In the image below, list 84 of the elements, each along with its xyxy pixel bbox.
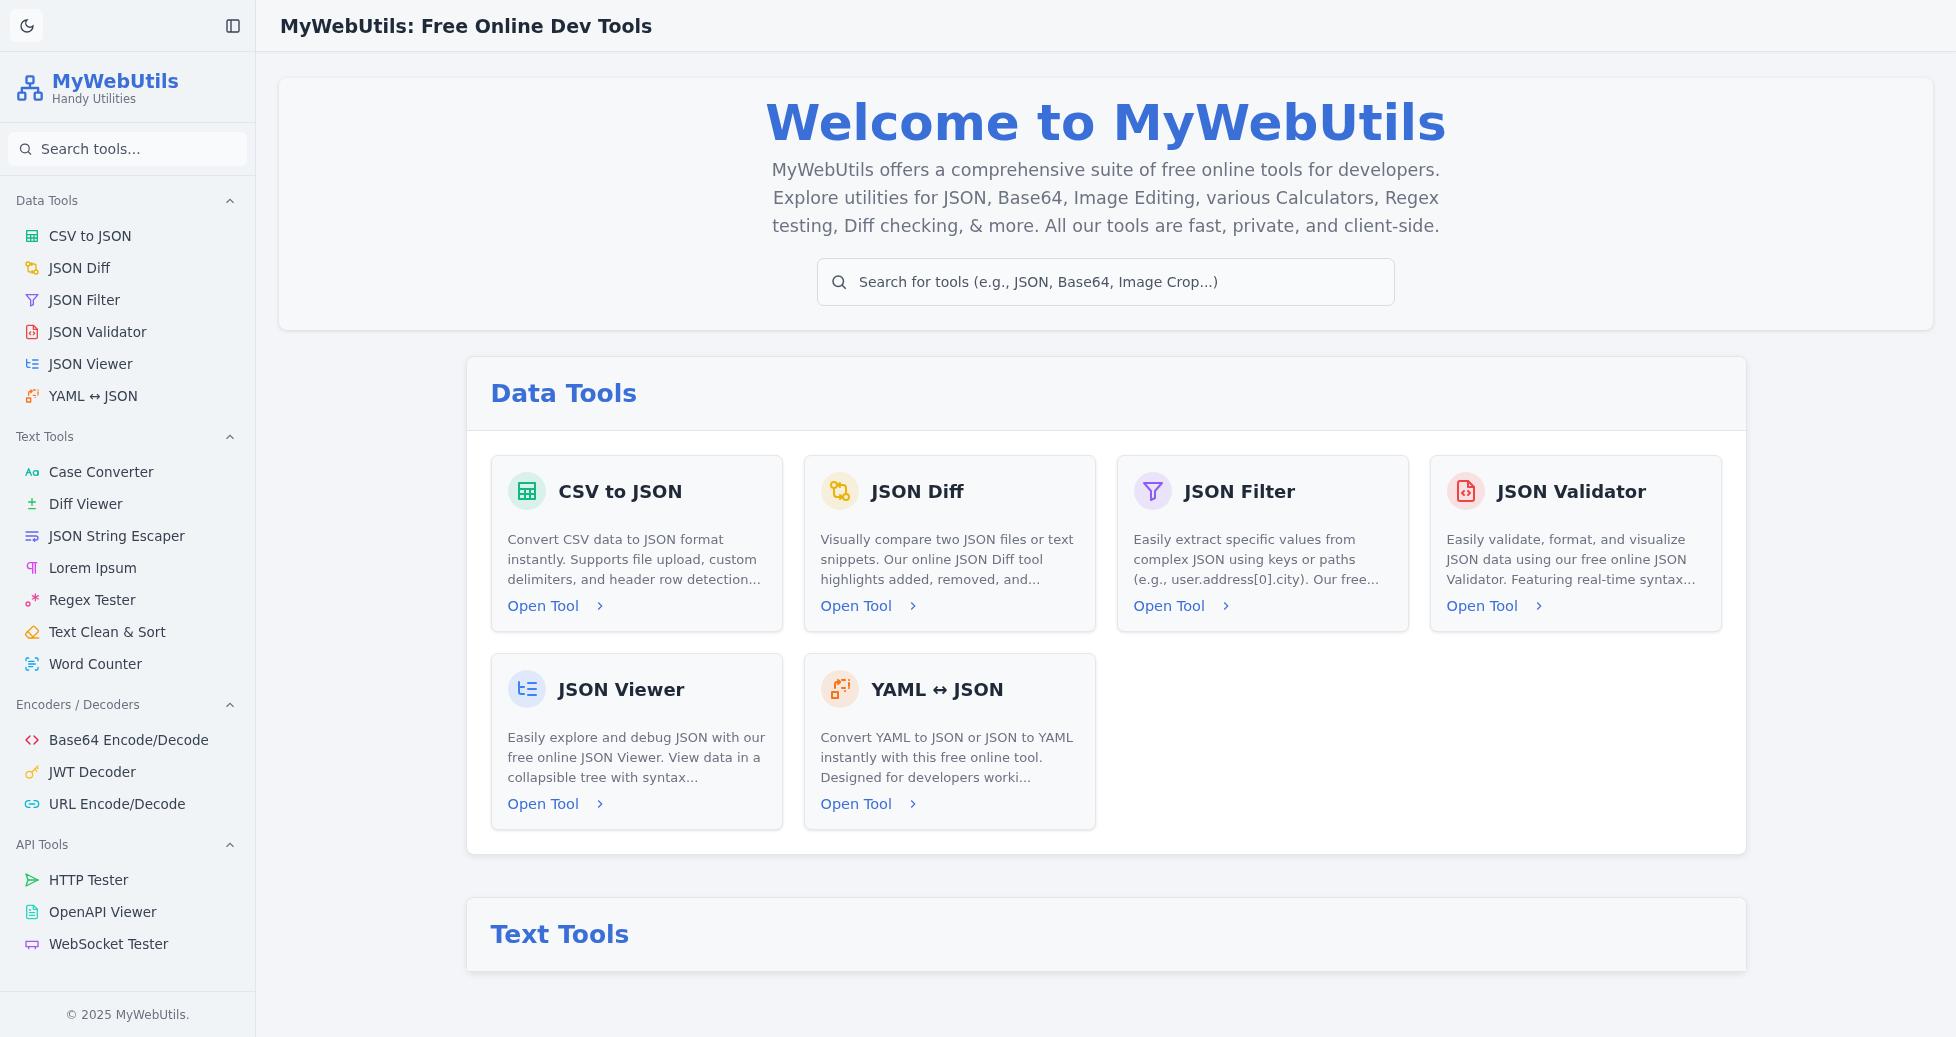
search-field[interactable]: Search tools... bbox=[8, 132, 247, 166]
tool-card[interactable]: JSON Validator Easily validate, format, and visualize JSON data using our free online JSON Validator. Featuring real-time syntax... Open Tool bbox=[1429, 455, 1722, 632]
section-header[interactable]: API Tools bbox=[0, 832, 255, 858]
card-title: JSON Validator bbox=[1497, 480, 1647, 502]
sidebar-item[interactable]: JSON Validator bbox=[0, 316, 255, 348]
table-icon bbox=[24, 228, 40, 244]
open-tool-link[interactable]: Open Tool bbox=[1133, 598, 1233, 614]
tool-card[interactable]: CSV to JSON Convert CSV data to JSON format instantly. Supports file upload, custom delimiters, and header row detection... Open Tool bbox=[490, 455, 783, 632]
section-header[interactable]: Encoders / Decoders bbox=[0, 692, 255, 718]
sidebar-item[interactable]: URL Encode/Decode bbox=[0, 788, 255, 820]
code-file-icon bbox=[1446, 472, 1485, 510]
hero-title: Welcome to MyWebUtils bbox=[765, 94, 1447, 152]
sidebar-item[interactable]: JSON Diff bbox=[0, 252, 255, 284]
card-title: YAML ↔ JSON bbox=[871, 678, 1004, 700]
tool-card[interactable]: YAML ↔ JSON Convert YAML to JSON or JSON to YAML instantly with this free online tool. Designed for developers worki... Open Tool bbox=[803, 653, 1096, 830]
sidebar-item[interactable]: JSON Filter bbox=[0, 284, 255, 316]
tool-card[interactable]: JSON Viewer Easily explore and debug JSON with our free online JSON Viewer. View data in a collapsible tree with syntax... Open Tool bbox=[490, 653, 783, 830]
funnel-icon bbox=[1133, 472, 1172, 510]
sidebar-item[interactable]: Base64 Encode/Decode bbox=[0, 724, 255, 756]
sidebar-item[interactable]: JWT Decoder bbox=[0, 756, 255, 788]
card-description: Easily validate, format, and visualize JSON data using our free online JSON Validator. Featuring real-time syntax... bbox=[1446, 531, 1697, 589]
copyright-text: © 2025 MyWebUtils. bbox=[65, 1007, 190, 1022]
convert-icon bbox=[24, 388, 40, 404]
sidebar-toggle-button[interactable] bbox=[225, 17, 241, 34]
moon-icon bbox=[18, 17, 35, 34]
open-tool-link[interactable]: Open Tool bbox=[820, 598, 920, 614]
list-icon bbox=[507, 670, 546, 708]
git-compare-icon bbox=[820, 472, 859, 510]
hero-text: MyWebUtils offers a comprehensive suite of free online tools for developers. Explore utilities for JSON, Base64, Image Editing, various Calculators, Regex testing, Diff checking, & more. All our tools are fast, private, and client-side. bbox=[770, 159, 1442, 238]
category-title: Text Tools bbox=[490, 920, 631, 949]
search-icon bbox=[830, 273, 848, 291]
funnel-icon bbox=[24, 292, 40, 308]
eraser-icon bbox=[24, 624, 40, 640]
sidebar-item[interactable]: OpenAPI Viewer bbox=[0, 896, 255, 928]
sidebar-item[interactable]: Word Counter bbox=[0, 648, 255, 680]
pilcrow-icon bbox=[24, 560, 40, 576]
sidebar-item[interactable]: CSV to JSON bbox=[0, 220, 255, 252]
sidebar-item[interactable]: Text Clean & Sort bbox=[0, 616, 255, 648]
page-title: MyWebUtils: Free Online Dev Tools bbox=[280, 14, 653, 37]
document-icon bbox=[24, 904, 40, 920]
open-tool-link[interactable]: Open Tool bbox=[820, 796, 920, 812]
theme-toggle-button[interactable] bbox=[10, 9, 43, 42]
sidebar-item[interactable]: Lorem Ipsum bbox=[0, 552, 255, 584]
sidebar-item[interactable]: YAML ↔ JSON bbox=[0, 380, 255, 412]
scan-text-icon bbox=[24, 656, 40, 672]
list-icon bbox=[24, 356, 40, 372]
brand-name[interactable]: MyWebUtils bbox=[52, 70, 179, 92]
sidebar-item[interactable]: Diff Viewer bbox=[0, 488, 255, 520]
sitemap-icon bbox=[16, 74, 44, 102]
sidebar-item[interactable]: Regex Tester bbox=[0, 584, 255, 616]
panel-icon bbox=[225, 17, 241, 34]
card-description: Easily extract specific values from complex JSON using keys or paths (e.g., user.address[0].city). Our free... bbox=[1133, 531, 1381, 589]
code-file-icon bbox=[24, 324, 40, 340]
card-title: JSON Viewer bbox=[558, 678, 685, 700]
section-header[interactable]: Data Tools bbox=[0, 188, 255, 214]
search-icon bbox=[18, 141, 33, 157]
key-icon bbox=[24, 764, 40, 780]
text-wrap-icon bbox=[24, 528, 40, 544]
sidebar-item[interactable]: Case Converter bbox=[0, 456, 255, 488]
regex-icon bbox=[24, 592, 40, 608]
convert-icon bbox=[820, 670, 859, 708]
sidebar-item[interactable]: WebSocket Tester bbox=[0, 928, 255, 960]
card-description: Convert CSV data to JSON format instantly. Supports file upload, custom delimiters, and header row detection... bbox=[507, 531, 762, 589]
table-icon bbox=[507, 472, 546, 510]
search-field[interactable]: Search for tools (e.g., JSON, Base64, Image Crop...) bbox=[817, 258, 1395, 306]
open-tool-link[interactable]: Open Tool bbox=[507, 598, 607, 614]
git-compare-icon bbox=[24, 260, 40, 276]
card-description: Visually compare two JSON files or text snippets. Our online JSON Diff tool highlights added, removed, and... bbox=[820, 531, 1075, 589]
card-title: CSV to JSON bbox=[558, 480, 683, 502]
sidebar-item[interactable]: JSON Viewer bbox=[0, 348, 255, 380]
card-title: JSON Diff bbox=[871, 480, 964, 502]
sidebar-item[interactable]: HTTP Tester bbox=[0, 864, 255, 896]
tool-card[interactable]: JSON Diff Visually compare two JSON files or text snippets. Our online JSON Diff tool highlights added, removed, and... Open Tool bbox=[803, 455, 1096, 632]
open-tool-link[interactable]: Open Tool bbox=[1446, 598, 1546, 614]
open-tool-link[interactable]: Open Tool bbox=[507, 796, 607, 812]
card-description: Convert YAML to JSON or JSON to YAML instantly with this free online tool. Designed for developers worki... bbox=[820, 729, 1074, 787]
sidebar-item[interactable]: JSON String Escaper bbox=[0, 520, 255, 552]
card-description: Easily explore and debug JSON with our free online JSON Viewer. View data in a collapsible tree with syntax... bbox=[507, 729, 766, 787]
brand-tagline: Handy Utilities bbox=[52, 92, 137, 106]
card-title: JSON Filter bbox=[1184, 480, 1296, 502]
category-title: Data Tools bbox=[490, 379, 639, 408]
section-header[interactable]: Text Tools bbox=[0, 424, 255, 450]
tool-card[interactable]: JSON Filter Easily extract specific values from complex JSON using keys or paths (e.g., user.address[0].city). Our free... Open Tool bbox=[1116, 455, 1409, 632]
send-icon bbox=[24, 872, 40, 888]
